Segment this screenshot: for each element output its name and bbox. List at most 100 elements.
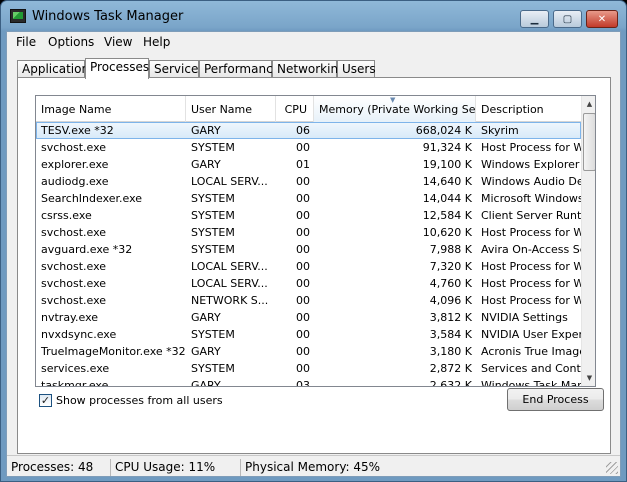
cell-memory: 7,988 K xyxy=(429,243,472,256)
resize-grip-icon[interactable] xyxy=(606,462,618,474)
status-physical-memory: Physical Memory: 45% xyxy=(245,460,381,474)
window-title: Windows Task Manager xyxy=(32,9,184,24)
cell-memory: 668,024 K xyxy=(415,124,472,137)
table-row[interactable]: svchost.exe SYSTEM 00 91,324 K Host Process … xyxy=(36,139,581,156)
cell-cpu: 06 xyxy=(296,124,310,137)
tab-applications[interactable]: Applications xyxy=(17,60,95,78)
cell-memory: 3,584 K xyxy=(429,328,472,341)
process-rows: TESV.exe *32 GARY 06 668,024 K Skyrim svchost… xyxy=(36,122,581,387)
cell-cpu: 00 xyxy=(296,260,310,273)
cell-cpu: 00 xyxy=(296,243,310,256)
cell-user-name: SYSTEM xyxy=(191,141,235,154)
table-row[interactable]: nvtray.exe GARY 00 3,812 K NVIDIA Settings xyxy=(36,309,581,326)
cell-user-name: SYSTEM xyxy=(191,243,235,256)
show-all-users-checkbox[interactable]: ✓ xyxy=(39,394,52,407)
cell-description: Host Process for Wir xyxy=(481,226,581,239)
table-row[interactable]: audiodg.exe LOCAL SERV... 00 14,640 K Window… xyxy=(36,173,581,190)
cell-description: Client Server Runtim xyxy=(481,209,581,222)
cell-description: Host Process for Wir xyxy=(481,277,581,290)
menu-file[interactable]: File xyxy=(16,35,36,49)
scrollbar-thumb[interactable] xyxy=(583,113,595,171)
tab-networking[interactable]: Networking xyxy=(272,60,346,78)
cell-cpu: 00 xyxy=(296,311,310,324)
cell-image-name: explorer.exe xyxy=(41,158,109,171)
process-list[interactable]: Image Name User Name CPU ▼ Memory (Priva… xyxy=(35,95,596,387)
table-row[interactable]: svchost.exe SYSTEM 00 10,620 K Host Process … xyxy=(36,224,581,241)
cell-cpu: 01 xyxy=(296,158,310,171)
table-row[interactable]: svchost.exe LOCAL SERV... 00 7,320 K Host Pr… xyxy=(36,258,581,275)
cell-description: Acronis True Image M xyxy=(481,345,581,358)
end-process-button[interactable]: End Process xyxy=(507,388,604,411)
cell-description: Host Process for Wir xyxy=(481,260,581,273)
col-image-name[interactable]: Image Name xyxy=(36,96,186,122)
cell-user-name: LOCAL SERV... xyxy=(191,175,268,188)
col-description[interactable]: Description xyxy=(476,96,581,122)
col-memory[interactable]: ▼ Memory (Private Working Set) xyxy=(314,96,476,122)
cell-description: Microsoft Windows S xyxy=(481,192,581,205)
table-row[interactable]: services.exe SYSTEM 00 2,872 K Services and … xyxy=(36,360,581,377)
processes-panel: Image Name User Name CPU ▼ Memory (Priva… xyxy=(17,77,611,454)
cell-cpu: 00 xyxy=(296,226,310,239)
table-row[interactable]: nvxdsync.exe SYSTEM 00 3,584 K NVIDIA User E… xyxy=(36,326,581,343)
cell-user-name: SYSTEM xyxy=(191,362,235,375)
cell-memory: 4,760 K xyxy=(429,277,472,290)
cell-memory: 10,620 K xyxy=(422,226,472,239)
table-row[interactable]: csrss.exe SYSTEM 00 12,584 K Client Server R… xyxy=(36,207,581,224)
cell-cpu: 00 xyxy=(296,345,310,358)
menu-bar: File Options View Help xyxy=(7,32,620,52)
cell-user-name: SYSTEM xyxy=(191,192,235,205)
cell-user-name: LOCAL SERV... xyxy=(191,277,268,290)
close-button[interactable]: ✕ xyxy=(586,10,618,28)
cell-memory: 4,096 K xyxy=(429,294,472,307)
maximize-button[interactable]: ▢ xyxy=(553,10,582,28)
minimize-button[interactable]: ▁ xyxy=(520,10,549,28)
status-processes: Processes: 48 xyxy=(7,459,111,476)
cell-image-name: csrss.exe xyxy=(41,209,92,222)
show-all-users-option[interactable]: ✓ Show processes from all users xyxy=(39,394,223,407)
scroll-up-icon[interactable]: ▲ xyxy=(582,96,595,112)
cell-cpu: 00 xyxy=(296,277,310,290)
cell-user-name: GARY xyxy=(191,379,221,387)
cell-user-name: SYSTEM xyxy=(191,209,235,222)
table-row[interactable]: TESV.exe *32 GARY 06 668,024 K Skyrim xyxy=(36,122,581,139)
cell-description: Windows Explorer xyxy=(481,158,580,171)
table-row[interactable]: svchost.exe LOCAL SERV... 00 4,760 K Host Pr… xyxy=(36,275,581,292)
cell-user-name: GARY xyxy=(191,124,221,137)
cell-image-name: avguard.exe *32 xyxy=(41,243,133,256)
cell-memory: 3,180 K xyxy=(429,345,472,358)
table-row[interactable]: svchost.exe NETWORK S... 00 4,096 K Host Pro… xyxy=(36,292,581,309)
vertical-scrollbar[interactable]: ▲ ▼ xyxy=(581,96,595,386)
cell-image-name: svchost.exe xyxy=(41,141,107,154)
cell-description: Windows Task Manag xyxy=(481,379,581,387)
cell-cpu: 00 xyxy=(296,192,310,205)
scroll-down-icon[interactable]: ▼ xyxy=(582,370,595,386)
cell-image-name: nvxdsync.exe xyxy=(41,328,117,341)
tab-services[interactable]: Services xyxy=(149,60,205,78)
table-row[interactable]: explorer.exe GARY 01 19,100 K Windows Explor… xyxy=(36,156,581,173)
tab-users[interactable]: Users xyxy=(337,60,376,78)
table-row[interactable]: SearchIndexer.exe SYSTEM 00 14,044 K Microso… xyxy=(36,190,581,207)
cell-cpu: 00 xyxy=(296,141,310,154)
tab-processes[interactable]: Processes xyxy=(85,58,149,79)
cell-memory: 14,044 K xyxy=(422,192,472,205)
table-row[interactable]: TrueImageMonitor.exe *32 GARY 00 3,180 K Acr… xyxy=(36,343,581,360)
table-row[interactable]: taskmgr.exe GARY 03 2,632 K Windows Task Man… xyxy=(36,377,581,387)
tab-performance[interactable]: Performance xyxy=(199,60,280,78)
cell-user-name: GARY xyxy=(191,345,221,358)
task-manager-window: Windows Task Manager ▁ ▢ ✕ File Options … xyxy=(0,0,627,482)
cell-cpu: 00 xyxy=(296,175,310,188)
title-bar[interactable]: Windows Task Manager ▁ ▢ ✕ xyxy=(1,1,626,31)
col-cpu[interactable]: CPU xyxy=(276,96,314,122)
menu-view[interactable]: View xyxy=(104,35,132,49)
table-row[interactable]: avguard.exe *32 SYSTEM 00 7,988 K Avira On-A… xyxy=(36,241,581,258)
col-user-name[interactable]: User Name xyxy=(186,96,276,122)
cell-cpu: 00 xyxy=(296,328,310,341)
cell-user-name: GARY xyxy=(191,311,221,324)
menu-options[interactable]: Options xyxy=(48,35,94,49)
cell-memory: 19,100 K xyxy=(422,158,472,171)
menu-help[interactable]: Help xyxy=(143,35,170,49)
cell-memory: 91,324 K xyxy=(422,141,472,154)
status-bar: Processes: 48 CPU Usage: 11% Physical Me… xyxy=(7,455,620,476)
cell-user-name: SYSTEM xyxy=(191,226,235,239)
cell-memory: 2,872 K xyxy=(429,362,472,375)
